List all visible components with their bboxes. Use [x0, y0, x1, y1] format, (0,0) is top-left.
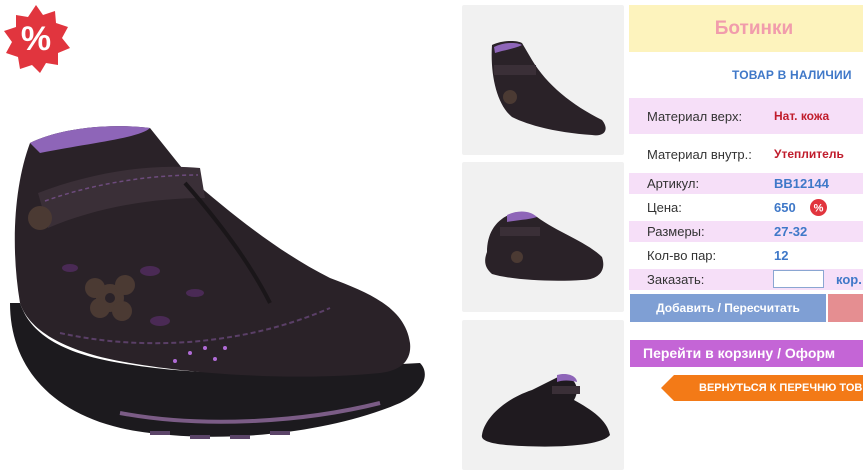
- add-recalculate-button[interactable]: Добавить / Пересчитать: [630, 294, 826, 322]
- spec-value: Утеплитель: [774, 147, 844, 161]
- spec-value: Нат. кожа: [774, 109, 830, 123]
- spec-row-article: Артикул: BB12144: [629, 173, 863, 194]
- product-title: Ботинки: [629, 5, 863, 52]
- main-product-photo[interactable]: %: [0, 3, 455, 463]
- spec-value: 12: [774, 248, 789, 263]
- spec-label: Материал верх:: [647, 109, 743, 124]
- unit-label: кор.: [836, 272, 862, 287]
- order-label: Заказать:: [647, 272, 705, 287]
- thumbnail-3[interactable]: [462, 320, 624, 470]
- boot-thumbnail-image: [481, 373, 610, 447]
- order-row: Заказать: кор.: [629, 269, 863, 290]
- spec-row-material-top: Материал верх: Нат. кожа: [629, 98, 863, 134]
- spec-label: Цена:: [647, 200, 682, 215]
- back-to-list-button[interactable]: ВЕРНУТЬСЯ К ПЕРЕЧНЮ ТОВ: [661, 375, 863, 401]
- thumbnail-1[interactable]: [462, 5, 624, 155]
- boot-thumbnail-image: [491, 40, 606, 136]
- spec-value: 27-32: [774, 224, 808, 239]
- spec-row-pairs: Кол-во пар: 12: [629, 245, 863, 266]
- spec-row-material-inner: Материал внутр.: Утеплитель: [629, 136, 863, 172]
- spec-value: BB12144: [774, 176, 829, 191]
- go-to-cart-button[interactable]: Перейти в корзину / Оформ: [630, 340, 863, 367]
- product-info-panel: Ботинки ТОВАР В НАЛИЧИИ Материал верх: Н…: [629, 5, 863, 463]
- spec-label: Материал внутр.:: [647, 147, 752, 162]
- quantity-input[interactable]: [773, 270, 824, 288]
- stock-status: ТОВАР В НАЛИЧИИ: [732, 68, 852, 82]
- boot-thumbnail-image: [485, 211, 604, 281]
- spec-label: Кол-во пар:: [647, 248, 717, 263]
- percent-mini-icon: %: [810, 199, 827, 216]
- spec-label: Размеры:: [647, 224, 705, 239]
- percent-badge-icon: %: [4, 5, 70, 73]
- thumbnail-2[interactable]: [462, 162, 624, 312]
- percent-mini-label: %: [814, 203, 824, 215]
- secondary-action-button[interactable]: [828, 294, 863, 322]
- spec-row-price: Цена: 650 %: [629, 197, 863, 218]
- spec-label: Артикул:: [647, 176, 700, 191]
- spec-row-sizes: Размеры: 27-32: [629, 221, 863, 242]
- price-value: 650: [774, 200, 796, 215]
- sale-badge-label: %: [21, 20, 51, 58]
